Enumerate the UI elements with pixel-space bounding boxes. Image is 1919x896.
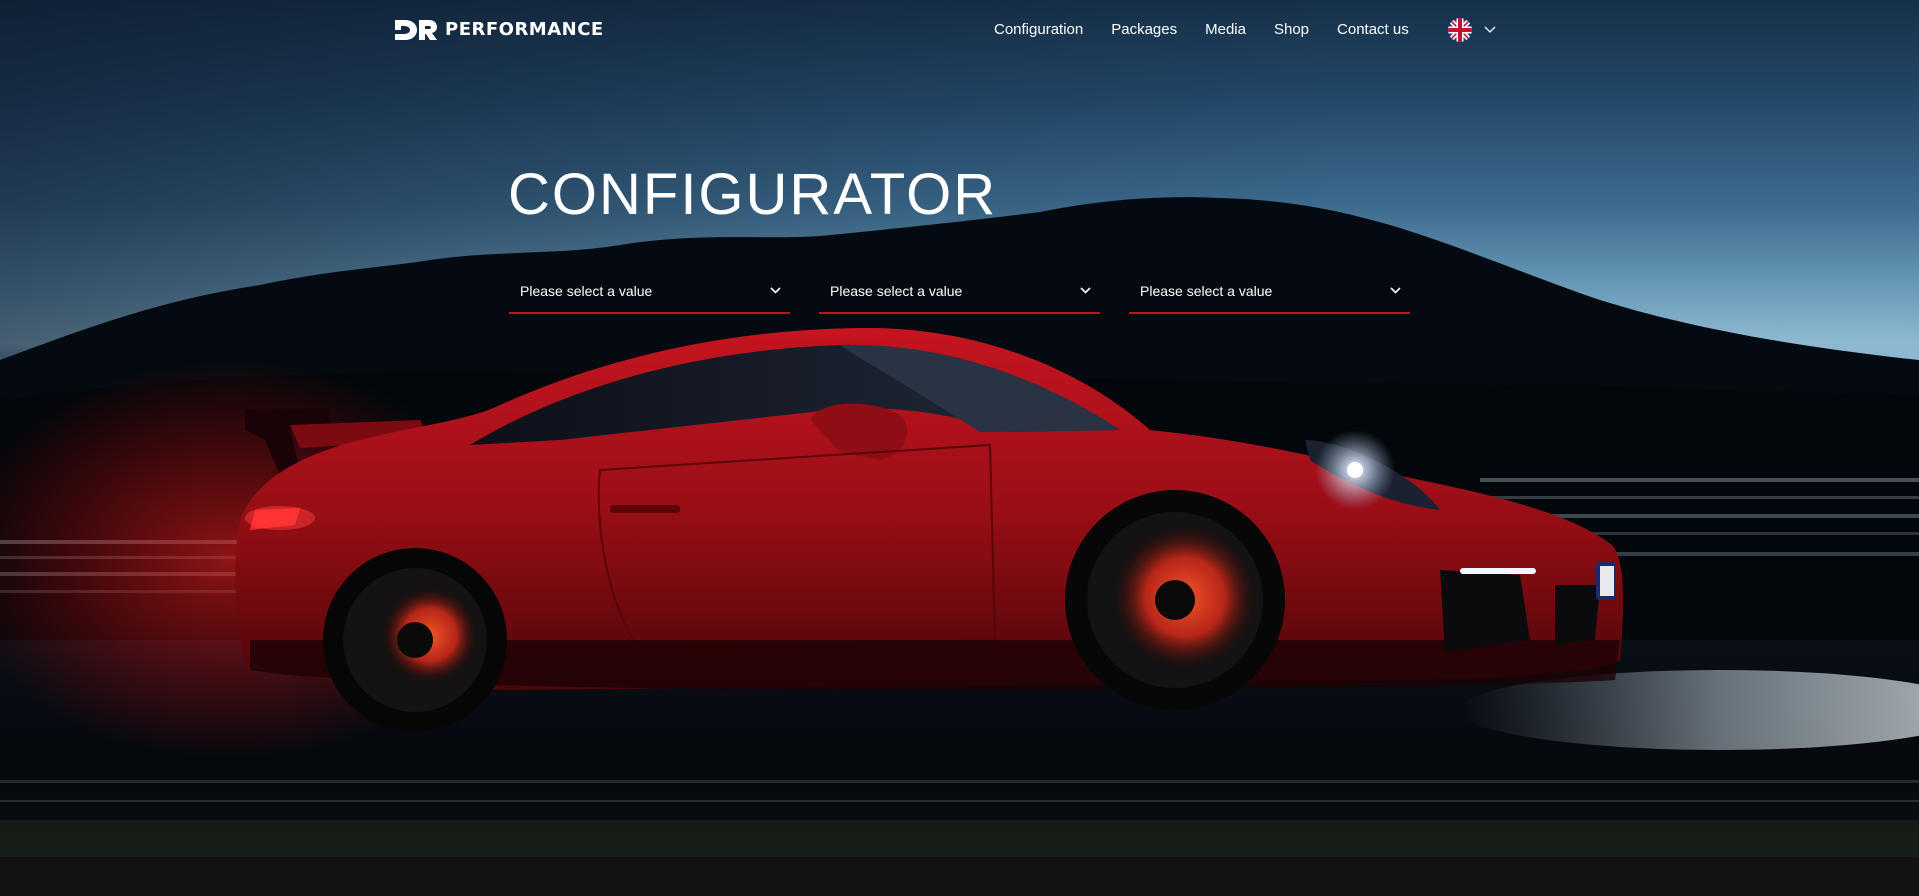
brand-logo[interactable]: PERFORMANCE — [395, 17, 604, 43]
chevron-down-icon — [1484, 26, 1496, 33]
page: PERFORMANCE Configuration Packages Media… — [0, 0, 1919, 896]
front-wheel — [1065, 490, 1285, 710]
select-field-1[interactable]: Please select a value — [509, 274, 790, 314]
nav-item-configuration[interactable]: Configuration — [994, 19, 1083, 41]
footer-strip — [0, 857, 1919, 896]
chevron-down-icon — [1390, 287, 1401, 294]
uk-flag-icon — [1448, 18, 1472, 42]
language-selector[interactable] — [1448, 18, 1496, 42]
select-field-3[interactable]: Please select a value — [1129, 274, 1410, 314]
select-field-2[interactable]: Please select a value — [819, 274, 1100, 314]
select-placeholder: Please select a value — [520, 283, 653, 299]
nav-item-media[interactable]: Media — [1205, 19, 1246, 41]
page-title: CONFIGURATOR — [508, 162, 998, 227]
main-nav: Configuration Packages Media Shop Contac… — [994, 19, 1409, 41]
hero-background — [0, 0, 1919, 857]
site-header: PERFORMANCE Configuration Packages Media… — [0, 0, 1919, 62]
select-placeholder: Please select a value — [1140, 283, 1273, 299]
dr-logo-mark-icon — [395, 20, 437, 40]
nav-item-shop[interactable]: Shop — [1274, 19, 1309, 41]
select-placeholder: Please select a value — [830, 283, 963, 299]
brand-logo-text: PERFORMANCE — [445, 19, 604, 40]
rear-wheel — [323, 548, 507, 732]
hero-car-image — [0, 197, 1919, 857]
chevron-down-icon — [770, 287, 781, 294]
nav-item-contact-us[interactable]: Contact us — [1337, 19, 1409, 41]
chevron-down-icon — [1080, 287, 1091, 294]
nav-item-packages[interactable]: Packages — [1111, 19, 1177, 41]
